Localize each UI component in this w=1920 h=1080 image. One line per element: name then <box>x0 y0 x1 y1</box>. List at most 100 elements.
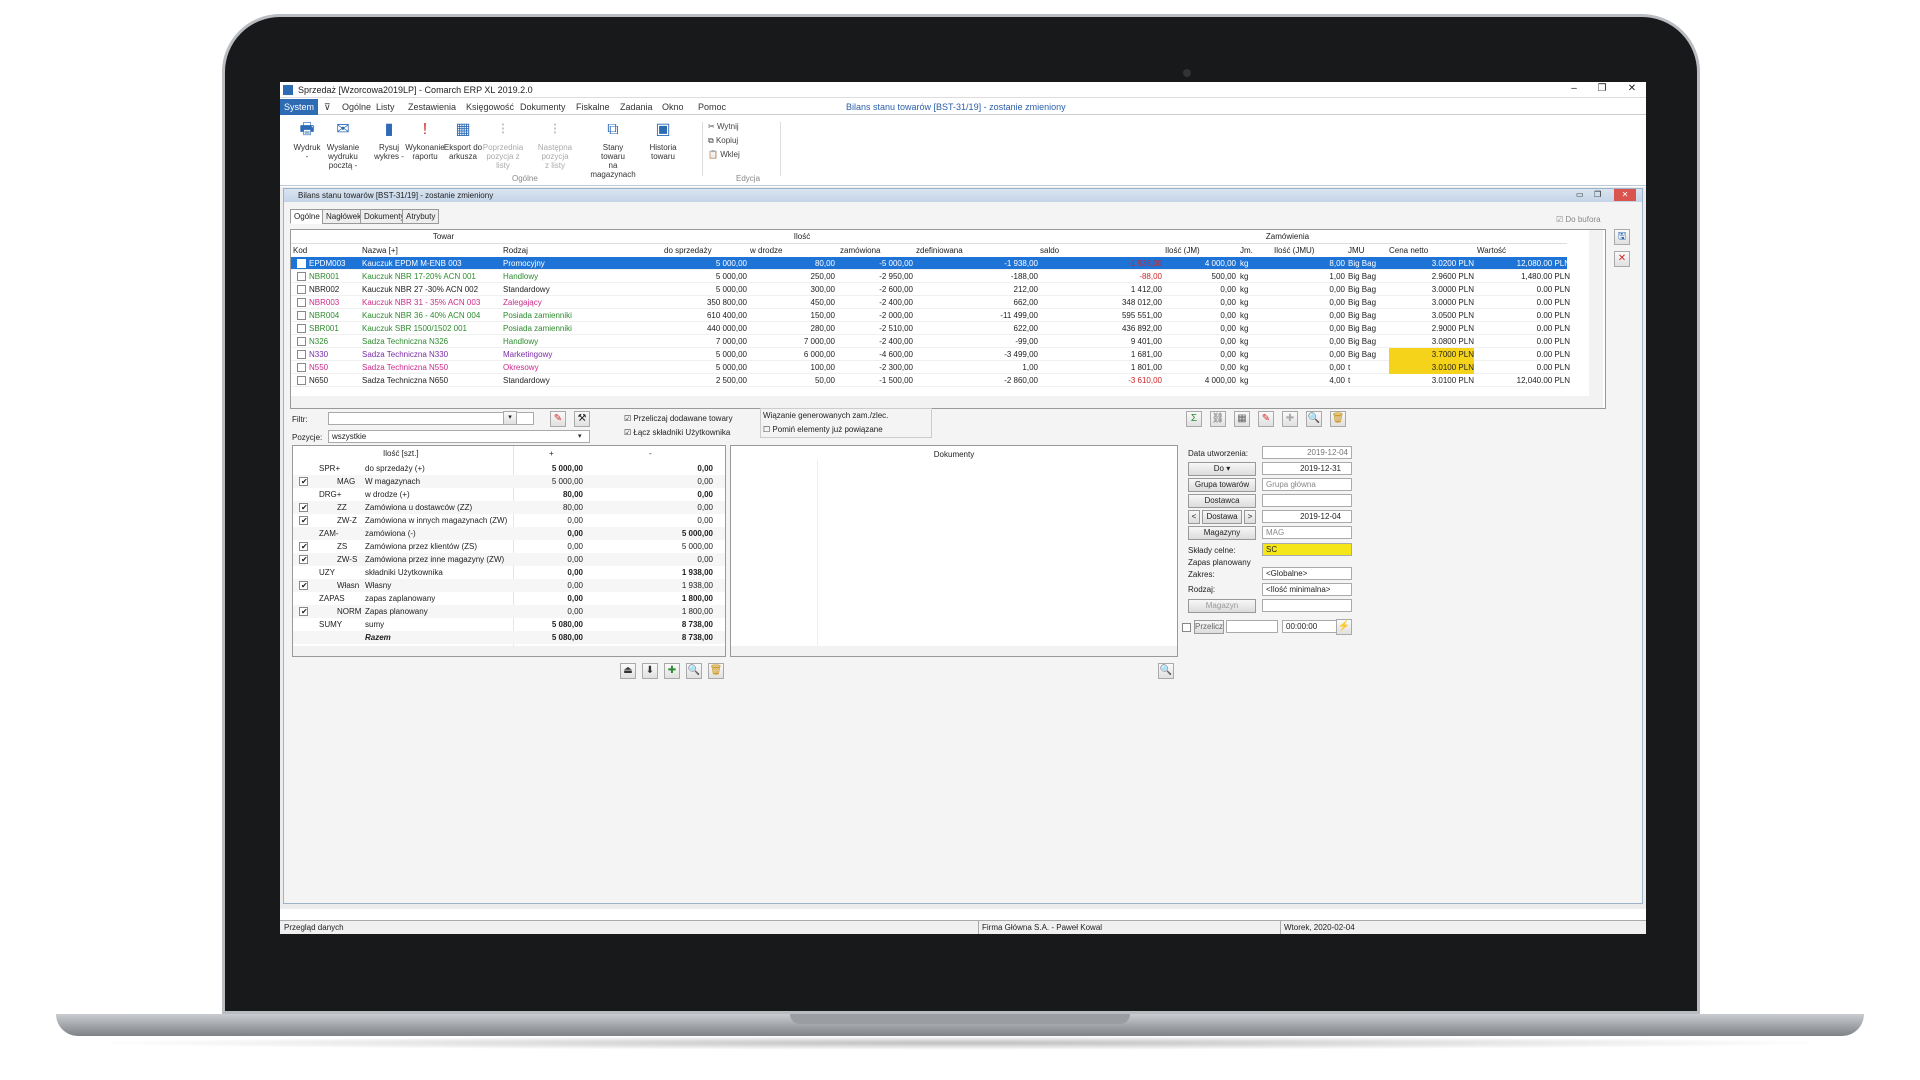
grid-header-10[interactable]: Ilość (JMU) <box>1274 244 1345 257</box>
customs-select[interactable]: SC <box>1262 543 1352 556</box>
tree-row-checkbox[interactable] <box>299 555 308 564</box>
grid-header-5[interactable]: zamówiona <box>840 244 913 257</box>
sum-icon[interactable]: Σ <box>1186 411 1202 427</box>
table-row[interactable]: N330 Sadza Techniczna N330 Marketingowy 5 0… <box>291 348 1570 361</box>
tree-row[interactable]: UZY składniki Użytkownika 0,00 1 938,00 <box>293 566 725 579</box>
cancel-icon[interactable]: ✕ <box>1614 251 1630 267</box>
tree-row[interactable]: ZZ Zamówiona u dostawców (ZZ) 80,00 0,00 <box>293 501 725 514</box>
edit-icon[interactable]: ✎ <box>1258 411 1274 427</box>
ribbon-button-1[interactable]: ✉ Wysłanie wydruku pocztą - <box>320 120 366 170</box>
delete-icon[interactable]: 🗑 <box>708 663 724 679</box>
tree-row-checkbox[interactable] <box>299 607 308 616</box>
recalc-run-icon[interactable]: ⚡ <box>1336 619 1352 635</box>
tree-row[interactable]: DRG+ w drodze (+) 80,00 0,00 <box>293 488 725 501</box>
row-checkbox[interactable] <box>297 324 306 333</box>
grid-header-11[interactable]: JMU <box>1348 244 1387 257</box>
filter-builder-icon[interactable]: ⚒ <box>574 411 590 427</box>
ribbon-button-8[interactable]: ▣ Historia towaru <box>640 120 686 161</box>
documents-search-icon[interactable]: 🔍 <box>1158 663 1174 679</box>
doc-restore-icon[interactable]: ❐ <box>1594 190 1601 199</box>
menu-item-2[interactable]: Zestawienia <box>408 102 456 112</box>
restore-icon[interactable]: ❐ <box>1592 83 1612 94</box>
quick-access-icon[interactable]: ⊽ <box>324 102 331 113</box>
menu-system[interactable]: System <box>280 99 318 115</box>
tree-row-checkbox[interactable] <box>299 477 308 486</box>
range-select[interactable]: <Globalne> <box>1262 567 1352 580</box>
calendar-icon[interactable]: ▦ <box>1234 411 1250 427</box>
row-checkbox[interactable] <box>297 350 306 359</box>
row-checkbox[interactable] <box>297 363 306 372</box>
doc-close-icon[interactable]: ✕ <box>1614 189 1636 201</box>
filter-dropdown-icon[interactable]: ▾ <box>503 411 517 425</box>
delivery-prev-icon[interactable]: < <box>1188 510 1200 524</box>
grid-header-9[interactable]: Jm. <box>1240 244 1272 257</box>
supplier-input[interactable] <box>1262 494 1352 507</box>
tree-row[interactable]: NORMZapas planowany 0,00 1 800,00 <box>293 605 725 618</box>
row-checkbox[interactable] <box>297 259 306 268</box>
ribbon-button-7[interactable]: ⧉ Stany towaru na magazynach <box>590 120 636 179</box>
recalc-checkbox[interactable]: ☑ Przeliczaj dodawane towary <box>624 414 733 423</box>
recalc-toggle[interactable] <box>1182 623 1191 632</box>
grid-header-6[interactable]: zdefiniowana <box>916 244 1038 257</box>
tree-row-checkbox[interactable] <box>299 581 308 590</box>
table-row[interactable]: NBR004 Kauczuk NBR 36 - 40% ACN 004 Posiad… <box>291 309 1570 322</box>
add-icon[interactable]: ✚ <box>1282 411 1298 427</box>
tree-row[interactable]: ZS Zamówiona przez klientów (ZS) 0,00 5 000… <box>293 540 725 553</box>
menu-item-0[interactable]: Ogólne <box>342 102 371 112</box>
grid-header-7[interactable]: saldo <box>1040 244 1162 257</box>
search-icon[interactable]: 🔍 <box>686 663 702 679</box>
table-row[interactable]: NBR001 Kauczuk NBR 17-20% ACN 001 Handlowy… <box>291 270 1570 283</box>
positions-select[interactable]: wszystkie <box>328 430 590 443</box>
ribbon-button-5[interactable]: ⁝ Poprzednia pozycja z listy <box>480 120 526 170</box>
tab-1[interactable]: Nagłówek <box>322 209 366 224</box>
tree-row[interactable]: Własn Własny 0,00 1 938,00 <box>293 579 725 592</box>
tree-hscrollbar[interactable] <box>293 646 725 656</box>
stores-button[interactable]: Magazyny <box>1188 526 1256 540</box>
recalc-date-input[interactable] <box>1226 620 1278 633</box>
supplier-button[interactable]: Dostawca <box>1188 494 1256 508</box>
menu-item-7[interactable]: Okno <box>662 102 684 112</box>
row-checkbox[interactable] <box>297 285 306 294</box>
menu-item-8[interactable]: Pomoc <box>698 102 726 112</box>
minimize-icon[interactable]: – <box>1564 83 1584 94</box>
row-checkbox[interactable] <box>297 376 306 385</box>
grid-header-4[interactable]: w drodze <box>750 244 835 257</box>
export-icon[interactable]: ⏏ <box>620 663 636 679</box>
row-checkbox[interactable] <box>297 298 306 307</box>
tab-3[interactable]: Atrybuty <box>402 209 440 224</box>
tree-row[interactable]: MAG W magazynach 5 000,00 0,00 <box>293 475 725 488</box>
menu-item-1[interactable]: Listy <box>376 102 395 112</box>
doc-minimize-icon[interactable]: ▭ <box>1576 190 1584 199</box>
tree-row[interactable]: ZAM-zamówiona (-) 0,00 5 000,00 <box>293 527 725 540</box>
store-input[interactable] <box>1262 599 1352 612</box>
tree-row[interactable]: ZAPAS zapas zaplanowany 0,00 1 800,00 <box>293 592 725 605</box>
grid-header-3[interactable]: do sprzedaży <box>664 244 747 257</box>
copy-button[interactable]: ⧉ Kopiuj <box>708 136 738 146</box>
row-checkbox[interactable] <box>297 272 306 281</box>
skip-checkbox[interactable]: ☐ Pomiń elementy już powiązane <box>763 425 883 434</box>
add-icon[interactable]: ✚ <box>664 663 680 679</box>
tree-row[interactable]: SPR+ do sprzedaży (+) 5 000,00 0,00 <box>293 462 725 475</box>
recalc-button[interactable]: Przelicz <box>1194 620 1224 634</box>
delivery-next-icon[interactable]: > <box>1244 510 1256 524</box>
menu-item-5[interactable]: Fiskalne <box>576 102 610 112</box>
filter-clear-icon[interactable]: ✎ <box>550 411 566 427</box>
delivery-date-input[interactable]: 2019-12-04 <box>1262 510 1352 523</box>
menu-item-3[interactable]: Księgowość <box>466 102 514 112</box>
grid-header-2[interactable]: Rodzaj <box>503 244 662 257</box>
tree-row-checkbox[interactable] <box>299 503 308 512</box>
ribbon-button-6[interactable]: ⁝ Następna pozycja z listy <box>532 120 578 170</box>
tree-row[interactable]: ZW-S Zamówiona przez inne magazyny (ZW) 0,… <box>293 553 725 566</box>
tree-row-checkbox[interactable] <box>299 516 308 525</box>
delete-icon[interactable]: 🗑 <box>1330 411 1346 427</box>
link-icon[interactable]: ⛓ <box>1210 411 1226 427</box>
table-row[interactable]: N550 Sadza Techniczna N550 Okresowy 5 000,0… <box>291 361 1570 374</box>
menu-item-6[interactable]: Zadania <box>620 102 653 112</box>
cut-button[interactable]: ✂ Wytnij <box>708 122 739 131</box>
documents-hscrollbar[interactable] <box>731 646 1177 656</box>
save-icon[interactable]: 🖫 <box>1614 229 1630 245</box>
row-checkbox[interactable] <box>297 337 306 346</box>
close-icon[interactable]: ✕ <box>1622 83 1642 94</box>
grid-hscrollbar[interactable] <box>291 396 1589 408</box>
table-row[interactable]: N650 Sadza Techniczna N650 Standardowy 2 50… <box>291 374 1570 387</box>
